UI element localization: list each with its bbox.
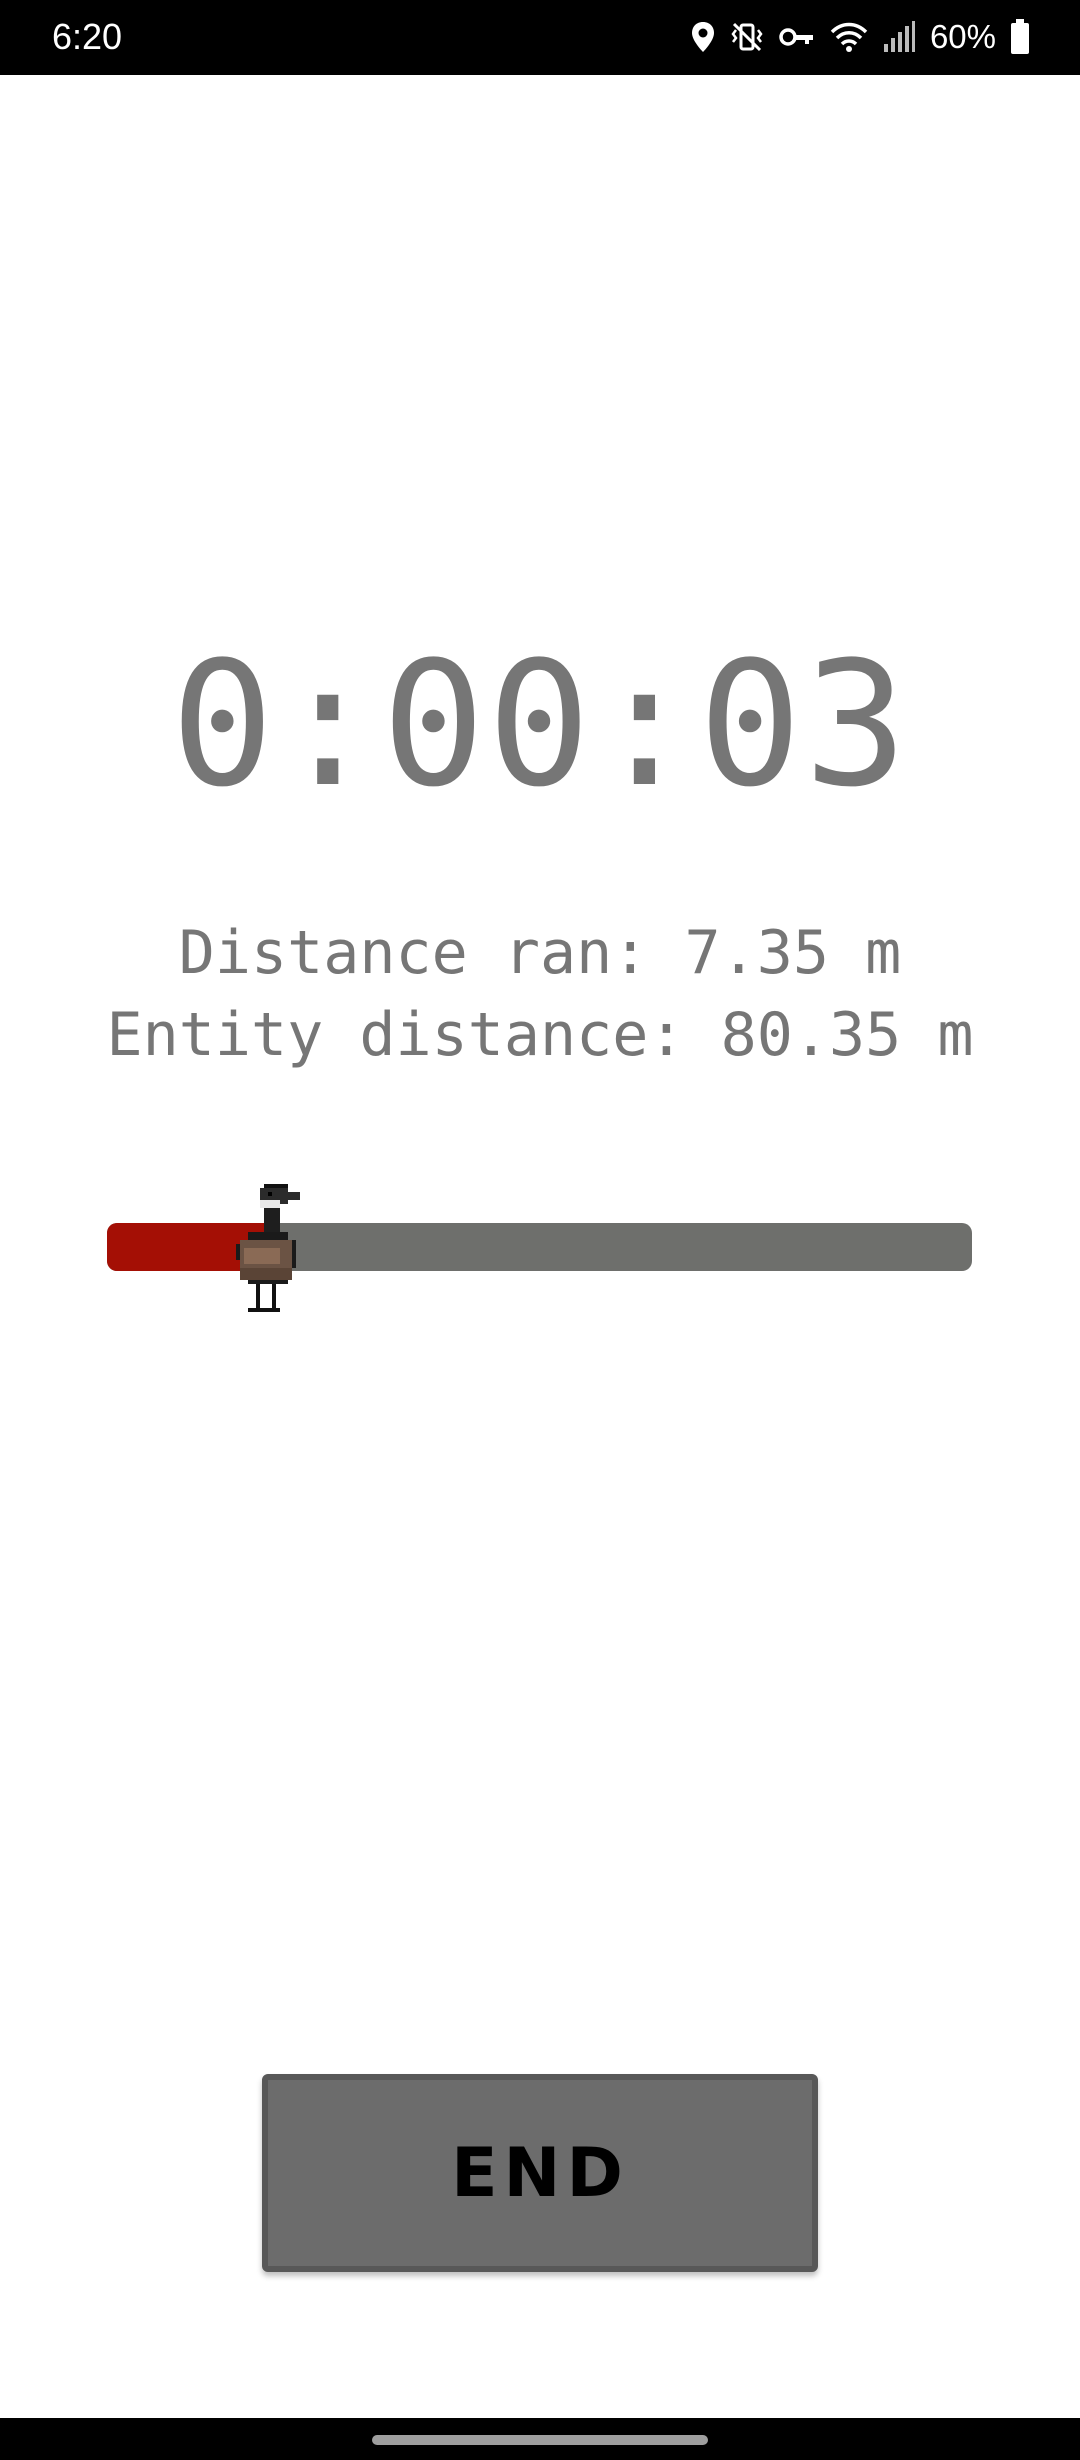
distance-ran-text: Distance ran: 7.35 m — [178, 918, 902, 988]
goose-icon — [232, 1180, 320, 1316]
status-time: 6:20 — [52, 16, 123, 57]
entity-distance-text: Entity distance: 80.35 m — [106, 1000, 974, 1070]
status-bar: 6:20 60% — [0, 0, 1080, 75]
run-stats: Distance ran: 7.35 m Entity distance: 80… — [0, 912, 1080, 1076]
end-button[interactable]: END — [262, 2074, 818, 2272]
wifi-icon — [830, 20, 868, 54]
battery-percent: 60% — [929, 18, 996, 55]
signal-icon — [882, 20, 916, 54]
status-icons: 60% — [690, 14, 1030, 60]
home-gesture-handle[interactable] — [372, 2435, 708, 2445]
battery-icon — [1010, 19, 1030, 55]
vibrate-icon — [730, 20, 764, 54]
elapsed-timer: 0:00:03 — [170, 624, 910, 825]
location-icon — [690, 20, 716, 54]
vpn-key-icon — [778, 20, 816, 54]
end-button-label: END — [451, 2133, 629, 2213]
navigation-bar — [0, 2418, 1080, 2460]
